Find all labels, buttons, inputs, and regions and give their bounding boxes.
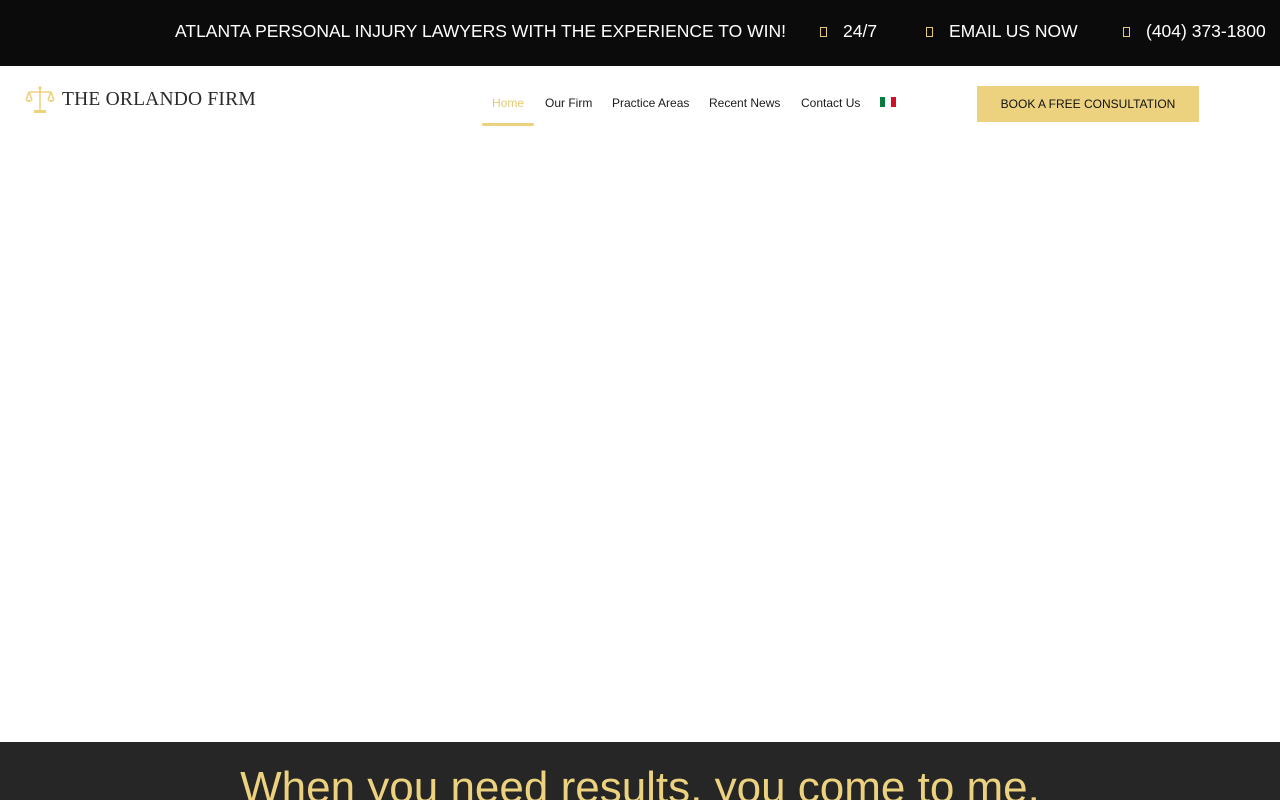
- availability: 24/7: [820, 21, 877, 42]
- availability-text: 24/7: [843, 21, 878, 41]
- phone-link[interactable]: (404) 373-1800: [1123, 21, 1266, 42]
- logo[interactable]: THE ORLANDO FIRM: [25, 85, 256, 115]
- book-consultation-button[interactable]: BOOK A FREE CONSULTATION: [977, 86, 1199, 122]
- nav-item-home[interactable]: Home: [492, 96, 524, 110]
- nav-item-recent-news[interactable]: Recent News: [709, 96, 780, 110]
- logo-text: THE ORLANDO FIRM: [62, 89, 256, 110]
- nav-active-indicator: [482, 123, 534, 126]
- clock-icon: [820, 26, 827, 37]
- site-header: THE ORLANDO FIRM Home Our Firm Practice …: [0, 66, 1280, 142]
- phone-number[interactable]: (404) 373-1800: [1146, 21, 1266, 42]
- nav-item-contact-us[interactable]: Contact Us: [801, 96, 860, 110]
- headline-band: When you need results, you come to me.: [0, 742, 1280, 800]
- top-bar: ATLANTA PERSONAL INJURY LAWYERS WITH THE…: [0, 0, 1280, 66]
- tagline: ATLANTA PERSONAL INJURY LAWYERS WITH THE…: [175, 21, 787, 41]
- mexico-flag-icon[interactable]: [880, 97, 896, 107]
- email-link-text[interactable]: EMAIL US NOW: [949, 21, 1078, 42]
- phone-icon: [1123, 26, 1130, 37]
- hero-section: [0, 142, 1280, 742]
- band-headline: When you need results, you come to me.: [240, 763, 1040, 800]
- nav-item-practice-areas[interactable]: Practice Areas: [612, 96, 689, 110]
- nav-item-our-firm[interactable]: Our Firm: [545, 96, 592, 110]
- envelope-icon: [926, 26, 933, 37]
- email-link[interactable]: EMAIL US NOW: [926, 21, 1078, 42]
- scales-of-justice-icon: [25, 86, 55, 113]
